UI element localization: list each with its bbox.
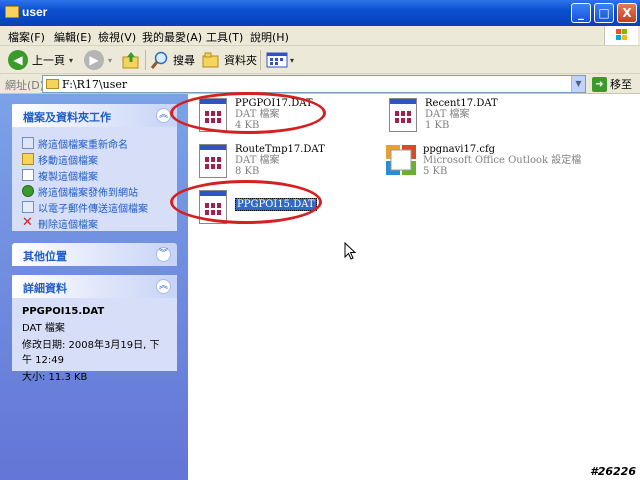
toolbar-separator [260, 50, 261, 70]
task-move-label: 移動這個檔案 [38, 155, 98, 167]
details-header[interactable]: 詳細資料 ︽ [12, 275, 177, 298]
minimize-button[interactable]: _ [571, 3, 591, 23]
file-name: Recent17.DAT [425, 98, 498, 109]
highlight-ring [170, 180, 322, 224]
menu-favorites[interactable]: 我的最愛(A) [142, 29, 202, 45]
folders-label: 資料夾 [224, 54, 257, 67]
move-icon [22, 153, 34, 165]
task-publish[interactable]: 將這個檔案發佈到網站 [22, 183, 167, 199]
other-places-title: 其他位置 [23, 250, 67, 263]
close-button[interactable]: X [617, 3, 637, 23]
up-button[interactable] [121, 49, 141, 71]
task-email-label: 以電子郵件傳送這個檔案 [38, 203, 148, 215]
file-size: 5 KB [423, 166, 448, 177]
task-email[interactable]: 以電子郵件傳送這個檔案 [22, 199, 167, 215]
expand-chevron-icon[interactable]: ︾ [156, 247, 171, 262]
go-label: 移至 [610, 78, 632, 91]
go-arrow-icon: ➜ [592, 76, 607, 92]
collapse-chevron-icon[interactable]: ︽ [156, 108, 171, 123]
window-title: user [22, 5, 48, 19]
address-path: F:\R17\user [62, 78, 128, 91]
file-size: 1 KB [425, 120, 450, 131]
chevron-down-icon: ▾ [290, 55, 295, 65]
email-icon [22, 201, 34, 213]
task-copy[interactable]: 複製這個檔案 [22, 167, 167, 183]
rename-icon [22, 137, 34, 149]
file-name: RouteTmp17.DAT [235, 144, 325, 155]
forward-arrow-icon: ▶ [84, 50, 104, 70]
file-item[interactable]: RouteTmp17.DAT DAT 檔案 8 KB [196, 142, 325, 182]
address-dropdown-button[interactable]: ▼ [571, 76, 585, 92]
forward-button[interactable]: ▶ ▾ [84, 49, 112, 71]
toolbar: ◀ 上一頁 ▾ ▶ ▾ 搜尋 資料夾 ▾ [0, 46, 640, 74]
file-item[interactable]: Recent17.DAT DAT 檔案 1 KB [386, 96, 498, 136]
address-input[interactable]: F:\R17\user ▼ [42, 75, 586, 93]
folder-icon [46, 79, 59, 89]
mouse-cursor-icon [344, 242, 356, 260]
watermark-text: #26226 [590, 465, 636, 478]
windows-logo-icon [604, 26, 638, 45]
toolbar-separator [145, 50, 146, 70]
task-delete[interactable]: ✕ 刪除這個檔案 [22, 215, 167, 231]
menu-file[interactable]: 檔案(F) [8, 29, 45, 45]
details-file-name: PPGPOI15.DAT [22, 306, 105, 317]
collapse-chevron-icon[interactable]: ︽ [156, 279, 171, 294]
task-copy-label: 複製這個檔案 [38, 171, 98, 183]
details-title: 詳細資料 [23, 282, 67, 295]
dat-file-icon [196, 142, 230, 182]
search-label: 搜尋 [173, 54, 195, 67]
search-button[interactable]: 搜尋 [150, 49, 195, 71]
menu-help[interactable]: 說明(H) [250, 29, 289, 45]
task-delete-label: 刪除這個檔案 [38, 219, 98, 231]
chevron-down-icon: ▾ [108, 55, 113, 65]
globe-icon [22, 185, 34, 197]
file-item[interactable]: ppgnavi17.cfg Microsoft Office Outlook 設… [384, 142, 581, 182]
file-type: DAT 檔案 [235, 155, 280, 166]
other-places-panel: 其他位置 ︾ [12, 243, 177, 266]
file-size: 8 KB [235, 166, 260, 177]
folder-icon [5, 6, 19, 18]
copy-icon [22, 169, 34, 181]
delete-icon: ✕ [22, 215, 33, 230]
menu-edit[interactable]: 編輯(E) [54, 29, 92, 45]
dat-file-icon [386, 96, 420, 136]
back-arrow-icon: ◀ [8, 50, 28, 70]
menu-bar: 檔案(F) 編輯(E) 檢視(V) 我的最愛(A) 工具(T) 說明(H) [0, 26, 640, 46]
highlight-ring [170, 92, 326, 134]
file-name: ppgnavi17.cfg [423, 144, 496, 155]
folders-button[interactable]: 資料夾 [201, 49, 257, 71]
folders-icon [202, 52, 219, 68]
task-rename[interactable]: 將這個檔案重新命名 [22, 135, 167, 151]
address-bar: 網址(D) F:\R17\user ▼ ➜ 移至 [0, 74, 640, 94]
details-panel: 詳細資料 ︽ PPGPOI15.DAT DAT 檔案 修改日期: 2008年3月… [12, 275, 177, 383]
file-type: Microsoft Office Outlook 設定檔 [423, 155, 582, 166]
folder-up-icon [122, 52, 139, 69]
file-list: PPGPOI17.DAT DAT 檔案 4 KB Recent17.DAT DA… [170, 92, 640, 480]
views-button[interactable]: ▾ [266, 49, 294, 71]
task-pane: 檔案及資料夾工作 ︽ 將這個檔案重新命名 移動這個檔案 複製這個檔案 將這個檔案… [0, 94, 188, 480]
back-label: 上一頁 [32, 54, 65, 67]
menu-tools[interactable]: 工具(T) [206, 29, 243, 45]
search-icon [150, 51, 168, 69]
back-button[interactable]: ◀ 上一頁 ▾ [8, 49, 73, 71]
menu-view[interactable]: 檢視(V) [98, 29, 136, 45]
chevron-down-icon: ▾ [69, 55, 74, 65]
views-icon [266, 52, 288, 68]
details-file-type: DAT 檔案 [22, 323, 65, 334]
office-file-icon [384, 142, 418, 182]
address-label: 網址(D) [5, 79, 45, 92]
maximize-button[interactable]: □ [594, 3, 614, 23]
file-tasks-header[interactable]: 檔案及資料夾工作 ︽ [12, 104, 177, 127]
file-type: DAT 檔案 [425, 109, 470, 120]
task-rename-label: 將這個檔案重新命名 [38, 139, 128, 151]
go-button[interactable]: ➜ 移至 [592, 76, 632, 92]
details-size: 大小: 11.3 KB [22, 372, 88, 383]
other-places-header[interactable]: 其他位置 ︾ [12, 243, 177, 266]
file-tasks-title: 檔案及資料夾工作 [23, 111, 111, 124]
title-bar: user _ □ X [0, 0, 640, 26]
task-publish-label: 將這個檔案發佈到網站 [38, 187, 138, 199]
task-move[interactable]: 移動這個檔案 [22, 151, 167, 167]
file-tasks-panel: 檔案及資料夾工作 ︽ 將這個檔案重新命名 移動這個檔案 複製這個檔案 將這個檔案… [12, 104, 177, 231]
details-modified: 修改日期: 2008年3月19日, 下午 12:49 [22, 340, 160, 366]
